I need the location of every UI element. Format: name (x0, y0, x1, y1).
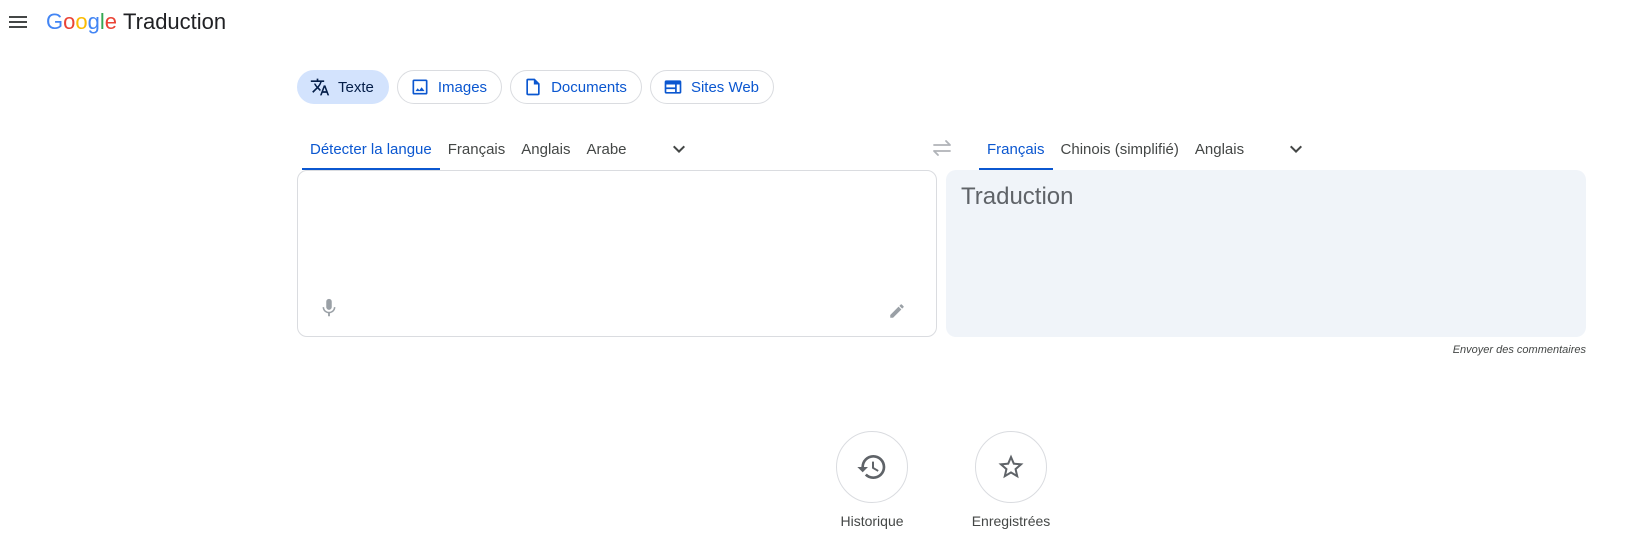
translation-placeholder: Traduction (961, 183, 1074, 210)
mode-tab-images[interactable]: Images (396, 70, 503, 104)
mode-tab-documents-label: Documents (551, 78, 627, 96)
mode-tab-text-label: Texte (338, 78, 374, 96)
main-menu-button[interactable] (6, 10, 30, 34)
mode-tab-websites-label: Sites Web (690, 78, 760, 96)
source-lang-anglais[interactable]: Anglais (513, 128, 578, 170)
website-icon (664, 80, 682, 94)
microphone-icon (322, 298, 336, 317)
history-action: Historique (817, 431, 927, 529)
chevron-down-icon (672, 145, 685, 153)
source-text-panel (297, 170, 937, 337)
saved-action: Enregistrées (956, 431, 1066, 529)
wordmark-letter: e (104, 9, 118, 34)
pencil-icon (890, 304, 904, 318)
translation-mode-tabs: Texte Images Documents Sites Web (297, 70, 775, 104)
target-lang-chinois[interactable]: Chinois (simplifié) (1053, 128, 1187, 170)
source-language-dropdown[interactable] (659, 128, 699, 170)
mode-tab-documents[interactable]: Documents (510, 70, 642, 104)
product-name: Traduction (123, 9, 227, 34)
google-wordmark: Google (46, 8, 117, 36)
target-language-bar: Français Chinois (simplifié) Anglais (979, 128, 1316, 170)
wordmark-letter: o (63, 9, 76, 34)
source-lang-arabe[interactable]: Arabe (578, 128, 634, 170)
target-lang-francais[interactable]: Français (979, 128, 1053, 170)
handwriting-button[interactable] (888, 302, 906, 320)
mode-tab-websites[interactable]: Sites Web (649, 70, 775, 104)
translate-icon (310, 78, 330, 96)
mode-tab-text[interactable]: Texte (297, 70, 389, 104)
source-language-bar: Détecter la langue Français Anglais Arab… (302, 128, 699, 170)
saved-button[interactable] (975, 431, 1047, 503)
source-lang-francais[interactable]: Français (440, 128, 514, 170)
wordmark-letter: G (46, 9, 64, 34)
swap-languages-button[interactable] (928, 136, 956, 160)
wordmark-letter: g (87, 9, 100, 34)
menu-icon (9, 16, 27, 28)
voice-input-button[interactable] (318, 296, 340, 320)
wordmark-letter: o (75, 9, 88, 34)
history-label: Historique (840, 513, 904, 529)
send-feedback-link[interactable]: Envoyer des commentaires (1453, 344, 1586, 356)
source-text-input[interactable] (314, 183, 918, 287)
image-icon (412, 79, 428, 95)
history-icon (857, 455, 886, 479)
star-icon (998, 454, 1024, 479)
mode-tab-images-label: Images (437, 78, 488, 96)
document-icon (526, 78, 540, 96)
swap-icon (933, 140, 951, 156)
target-lang-anglais[interactable]: Anglais (1187, 128, 1252, 170)
target-language-dropdown[interactable] (1276, 128, 1316, 170)
chevron-down-icon (1290, 145, 1303, 153)
source-lang-detect[interactable]: Détecter la langue (302, 128, 440, 170)
history-button[interactable] (836, 431, 908, 503)
google-translate-logo[interactable]: Google Traduction (46, 8, 226, 36)
saved-label: Enregistrées (971, 513, 1051, 529)
